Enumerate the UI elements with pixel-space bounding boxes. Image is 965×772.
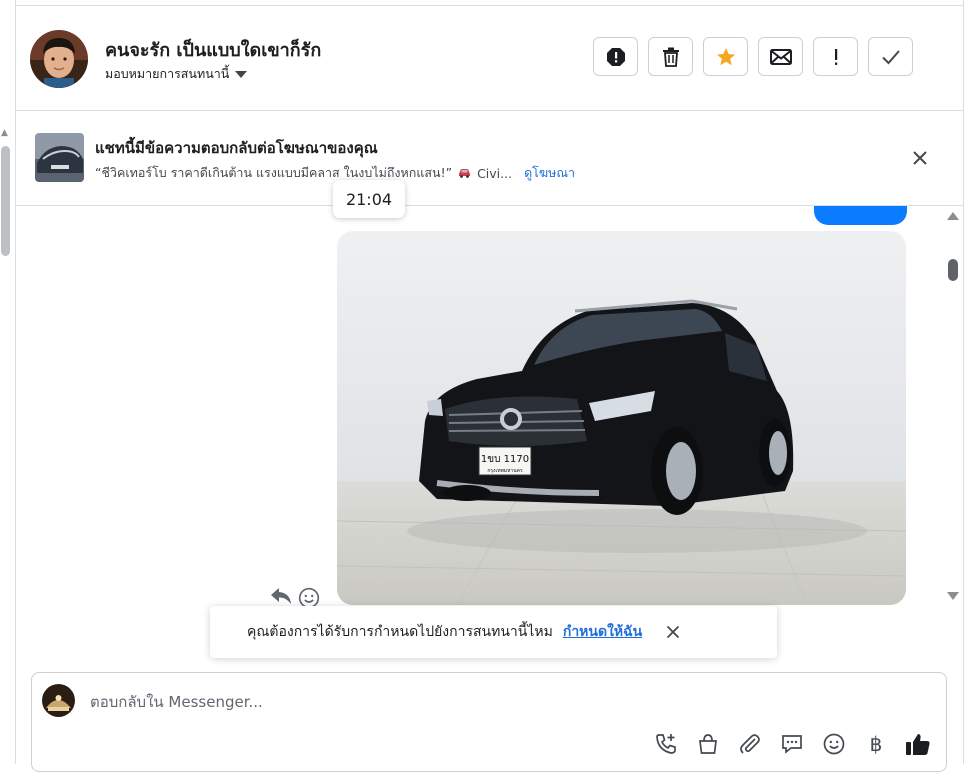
trash-icon [662,47,679,67]
conversation-header: คนจะรัก เป็นแบบใดเขาก็รัก มอบหมายการสนทน… [16,6,963,111]
attach-button[interactable] [736,731,764,757]
message-composer: ฿ [31,672,947,772]
call-add-icon [656,734,676,754]
scroll-up-arrow-icon[interactable]: ▲ [1,128,8,138]
contact-avatar[interactable] [30,30,88,88]
page-scrollbar-thumb[interactable] [1,146,10,256]
car-emoji-icon [459,169,471,178]
thumbs-up-button[interactable] [904,731,932,757]
message-scrollbar-thumb[interactable] [948,259,958,281]
spam-button[interactable] [593,37,638,76]
shop-bag-icon [699,734,717,754]
check-icon [881,49,900,64]
ad-banner-subtitle: “ชีวิคเทอร์โบ ราคาดีเกินต้าน แรงแบบมีคลา… [95,163,575,183]
alert-circle-icon [606,47,625,66]
close-icon [913,151,927,165]
thumbs-up-icon [906,734,930,755]
scroll-down-icon[interactable] [947,592,959,600]
call-add-button[interactable] [652,731,680,757]
done-button[interactable] [868,37,913,76]
close-banner-button[interactable] [909,147,931,169]
envelope-icon [769,48,792,65]
plate-number: 1ขบ 1170 [481,454,529,465]
ad-thumbnail[interactable] [35,133,84,182]
assign-prompt-text: คุณต้องการได้รับการกำหนดไปยังการสนทนานี้… [247,624,553,640]
message-photo[interactable]: 1ขบ 1170 กรุงเทพมหานคร [337,231,906,605]
caret-down-icon [235,70,248,78]
assign-conversation-dropdown[interactable]: มอบหมายการสนทนานี้ [105,64,248,84]
ad-reply-banner: แชทนี้มีข้อความตอบกลับต่อโฆษณาของคุณ “ชี… [16,111,963,206]
emoji-icon [823,733,845,755]
paperclip-icon [740,734,760,754]
reply-arrow-icon [271,588,291,604]
view-ad-link[interactable]: ดูโฆษณา [524,163,575,183]
emoji-button[interactable] [820,731,848,757]
delete-button[interactable] [648,37,693,76]
plate-province: กรุงเทพมหานคร [487,468,523,474]
close-toast-button[interactable] [666,625,680,639]
ad-quote-suffix: Civi... [477,165,513,181]
message-list-scrollbar[interactable] [941,206,961,606]
baht-icon: ฿ [869,732,883,756]
reply-input[interactable] [90,693,590,711]
star-icon [716,47,735,65]
page-avatar [42,684,75,717]
page-scrollbar[interactable]: ▲ [0,128,12,268]
scroll-up-icon[interactable] [947,212,959,220]
payment-button[interactable]: ฿ [862,731,890,757]
exclamation-icon [834,48,837,65]
shop-button[interactable] [694,731,722,757]
saved-reply-icon [782,735,802,754]
ad-banner-title: แชทนี้มีข้อความตอบกลับต่อโฆษณาของคุณ [95,139,378,157]
follow-up-button[interactable] [813,37,858,76]
saved-reply-button[interactable] [778,731,806,757]
outgoing-message-bubble[interactable] [814,206,907,225]
star-button[interactable] [703,37,748,76]
assign-to-me-link[interactable]: กำหนดให้ฉัน [563,621,642,643]
assign-prompt-toast: คุณต้องการได้รับการกำหนดไปยังการสนทนานี้… [210,606,777,658]
assign-label: มอบหมายการสนทนานี้ [105,66,230,81]
contact-name[interactable]: คนจะรัก เป็นแบบใดเขาก็รัก [105,35,321,64]
conversation-panel: คนจะรัก เป็นแบบใดเขาก็รัก มอบหมายการสนทน… [15,0,964,772]
close-icon [667,625,680,639]
composer-toolbar: ฿ [652,731,932,757]
mark-unread-button[interactable] [758,37,803,76]
header-actions [593,37,913,76]
message-list[interactable]: 1ขบ 1170 กรุงเทพมหานคร [16,206,963,666]
message-timestamp-tooltip: 21:04 [333,180,405,218]
